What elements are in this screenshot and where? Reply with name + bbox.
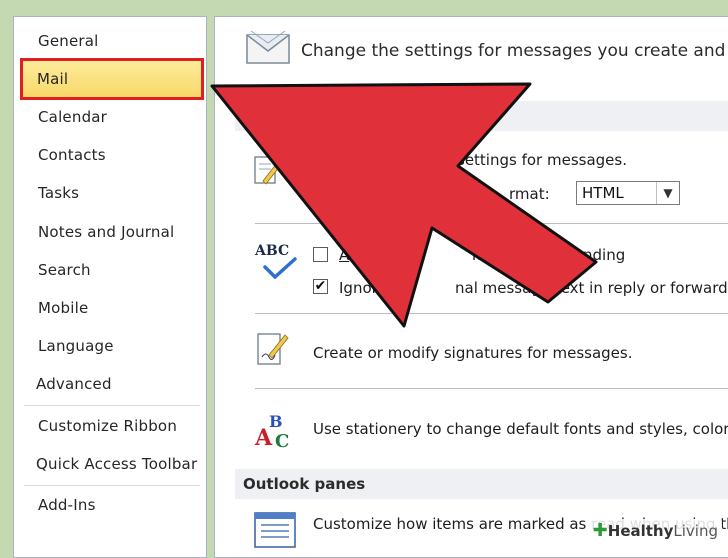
spelling-check-icon: ABC xyxy=(253,243,299,283)
compose-settings-text: settings for messages. xyxy=(457,151,627,169)
checkmark-icon xyxy=(263,257,297,279)
signature-icon xyxy=(257,333,289,365)
row-divider xyxy=(255,313,728,314)
always-check-spelling-checkbox[interactable] xyxy=(313,247,328,262)
always-check-spelling-label-middle: k spelling b xyxy=(472,246,558,264)
ignore-original-text-label-tail: nal message text in reply or forward xyxy=(455,279,728,297)
mail-options-header: Change the settings for messages you cre… xyxy=(301,41,728,61)
watermark-brand-secondary: Living xyxy=(673,522,718,540)
outlook-options-window: General Mail Calendar Contacts Tasks Not… xyxy=(0,0,728,558)
compose-format-select[interactable]: HTML ▼ xyxy=(576,181,680,205)
envelope-icon xyxy=(246,30,290,64)
stationery-icon: A B C xyxy=(254,412,289,451)
sidebar-item-language[interactable]: Language xyxy=(24,329,200,363)
options-sidebar: General Mail Calendar Contacts Tasks Not… xyxy=(13,16,207,558)
sidebar-item-calendar[interactable]: Calendar xyxy=(24,100,200,134)
always-check-spelling-label-end: nding xyxy=(583,246,626,264)
sidebar-divider xyxy=(24,485,200,486)
compose-message-icon xyxy=(254,156,281,185)
sidebar-item-general[interactable]: General xyxy=(24,24,200,58)
sidebar-item-mail[interactable]: Mail xyxy=(20,58,204,100)
chevron-down-icon: ▼ xyxy=(656,182,679,204)
svg-text:B: B xyxy=(269,412,283,431)
svg-text:C: C xyxy=(275,431,289,451)
always-check-spelling-label: A xyxy=(339,246,350,264)
sidebar-item-contacts[interactable]: Contacts xyxy=(24,138,200,172)
sidebar-item-search[interactable]: Search xyxy=(24,253,200,287)
row-divider xyxy=(255,388,728,389)
compose-format-value: HTML xyxy=(582,184,624,202)
compose-format-label: rmat: xyxy=(509,185,550,203)
outlook-panes-section-title: Outlook panes xyxy=(235,469,728,499)
sidebar-item-tasks[interactable]: Tasks xyxy=(24,176,200,210)
mail-options-pane: Change the settings for messages you cre… xyxy=(214,16,728,558)
sidebar-item-mobile[interactable]: Mobile xyxy=(24,291,200,325)
stationery-text: Use stationery to change default fonts a… xyxy=(313,420,728,438)
healthy-living-watermark: ✚HealthyLiving xyxy=(589,519,722,542)
plus-logo-icon: ✚ xyxy=(592,520,608,541)
sidebar-item-customize-ribbon[interactable]: Customize Ribbon xyxy=(24,409,200,443)
section-bar-compose xyxy=(235,101,728,131)
sidebar-item-quick-access-toolbar[interactable]: Quick Access Toolbar xyxy=(24,447,200,481)
sidebar-item-add-ins[interactable]: Add-Ins xyxy=(24,488,200,522)
sidebar-divider xyxy=(24,405,200,406)
watermark-brand: Healthy xyxy=(607,522,674,540)
reading-pane-icon xyxy=(254,512,296,548)
ignore-original-text-label: Ignore xyxy=(339,279,387,297)
signatures-text: Create or modify signatures for messages… xyxy=(313,344,633,362)
sidebar-item-advanced[interactable]: Advanced xyxy=(24,367,200,401)
sidebar-item-notes-and-journal[interactable]: Notes and Journal xyxy=(24,215,200,249)
ignore-original-text-checkbox[interactable]: ✔ xyxy=(313,279,328,294)
row-divider xyxy=(255,223,728,224)
